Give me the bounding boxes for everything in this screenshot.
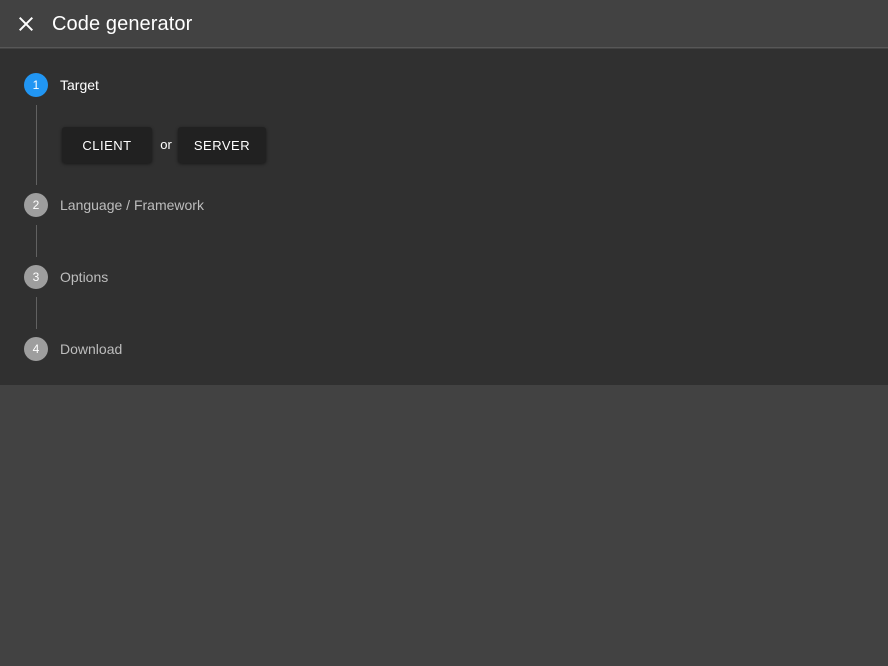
- step-2-label[interactable]: Language / Framework: [60, 193, 204, 217]
- step-4-label[interactable]: Download: [60, 337, 122, 361]
- step-connector: [36, 297, 37, 329]
- step-4-number: 4: [24, 337, 48, 361]
- server-button[interactable]: SERVER: [178, 127, 266, 163]
- code-generator-dialog: Code generator 1 Target CLIENT or SERVER…: [0, 0, 888, 666]
- client-button[interactable]: CLIENT: [62, 127, 152, 163]
- close-icon: [19, 17, 33, 31]
- step-connector: [36, 225, 37, 257]
- step-connector: [36, 105, 37, 185]
- dialog-toolbar: Code generator: [0, 0, 888, 48]
- step-1-number: 1: [24, 73, 48, 97]
- or-text: or: [160, 137, 172, 152]
- dialog-title: Code generator: [52, 13, 193, 35]
- step-2-number: 2: [24, 193, 48, 217]
- stepper-panel: 1 Target CLIENT or SERVER 2 Language / F…: [0, 49, 888, 385]
- step-1-label[interactable]: Target: [60, 73, 99, 97]
- step-3-number: 3: [24, 265, 48, 289]
- close-button[interactable]: [14, 12, 38, 36]
- step-3-label[interactable]: Options: [60, 265, 108, 289]
